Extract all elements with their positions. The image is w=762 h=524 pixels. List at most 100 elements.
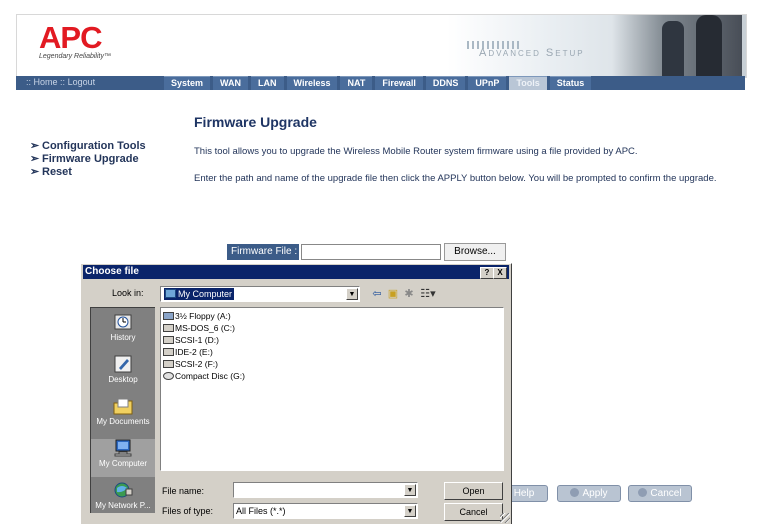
dialog-titlebar: Choose file ? X — [83, 265, 509, 279]
logout-link[interactable]: :: Logout — [60, 77, 95, 87]
tab-nat[interactable]: NAT — [340, 76, 373, 90]
back-arrow-icon[interactable]: ⇦ — [370, 288, 384, 300]
place-my-network[interactable]: My Network P... — [91, 481, 155, 515]
tab-ddns[interactable]: DDNS — [425, 76, 466, 90]
logout-label: Logout — [67, 77, 96, 87]
tab-wireless[interactable]: Wireless — [286, 76, 338, 90]
place-history[interactable]: History — [91, 313, 155, 349]
apply-label: Apply — [582, 488, 608, 499]
drive-icon — [163, 324, 174, 332]
file-label: IDE-2 (E:) — [175, 347, 213, 357]
floppy-icon — [163, 312, 174, 320]
chevron-down-icon[interactable]: ▼ — [404, 484, 416, 496]
place-label: My Network P... — [95, 501, 151, 510]
tab-upnp[interactable]: UPnP — [468, 76, 507, 90]
firmware-file-label: Firmware File : — [227, 244, 299, 260]
menu-firmware-upgrade[interactable]: ➢ Firmware Upgrade — [30, 153, 146, 166]
drive-icon — [163, 360, 174, 368]
menu-reset[interactable]: ➢ Reset — [30, 166, 146, 179]
menu-configuration-tools[interactable]: ➢ Configuration Tools — [30, 140, 146, 153]
place-label: History — [110, 333, 136, 342]
close-icon[interactable]: X — [493, 267, 507, 279]
look-in-select[interactable]: My Computer ▼ — [160, 286, 360, 302]
apc-logo: APC Legendary Reliability™ — [39, 22, 119, 62]
header-banner: APC Legendary Reliability™ Advanced Setu… — [16, 14, 747, 78]
chevron-down-icon[interactable]: ▼ — [346, 288, 358, 300]
drive-icon — [163, 348, 174, 356]
x-icon — [638, 488, 648, 497]
drive-icon — [163, 336, 174, 344]
page-title: Firmware Upgrade — [194, 114, 317, 130]
look-in-value: My Computer — [164, 288, 235, 300]
help-icon[interactable]: ? — [480, 267, 494, 279]
home-label: Home — [33, 77, 58, 87]
network-globe-icon — [114, 482, 133, 498]
tab-wan[interactable]: WAN — [213, 76, 249, 90]
new-folder-icon[interactable]: ✱ — [402, 288, 416, 300]
menu-label: Firmware Upgrade — [42, 153, 139, 165]
arrow-icon: ➢ — [30, 166, 40, 178]
chevron-down-icon[interactable]: ▼ — [404, 505, 416, 517]
place-my-documents[interactable]: My Documents — [91, 397, 155, 433]
file-label: MS-DOS_6 (C:) — [175, 323, 235, 333]
up-folder-icon[interactable]: ▣ — [386, 288, 400, 300]
firmware-file-input[interactable] — [301, 244, 441, 260]
place-desktop[interactable]: Desktop — [91, 355, 155, 391]
business-people-image — [612, 15, 742, 77]
file-name-label: File name: — [162, 486, 205, 496]
person-silhouette — [662, 21, 684, 77]
file-type-label: Files of type: — [162, 506, 214, 516]
logo-text: APC — [39, 20, 102, 55]
help-label: Help — [513, 488, 535, 499]
arrow-icon: ➢ — [30, 140, 40, 152]
file-label: Compact Disc (G:) — [175, 371, 245, 381]
computer-icon — [165, 289, 176, 298]
browser-page: APC Legendary Reliability™ Advanced Setu… — [0, 0, 762, 524]
file-label: SCSI-2 (F:) — [175, 359, 218, 369]
tab-firewall[interactable]: Firewall — [375, 76, 423, 90]
choose-file-dialog: Choose file ? X Look in: My Computer ▼ ⇦… — [80, 263, 512, 524]
list-item[interactable]: Compact Disc (G:) — [163, 370, 245, 382]
list-item[interactable]: SCSI-2 (F:) — [163, 358, 218, 370]
list-item[interactable]: MS-DOS_6 (C:) — [163, 322, 235, 334]
place-my-computer[interactable]: My Computer — [91, 439, 155, 477]
computer-icon — [114, 439, 132, 457]
resize-grip-icon[interactable] — [500, 513, 510, 523]
description-text: This tool allows you to upgrade the Wire… — [194, 146, 638, 157]
file-type-value: All Files (*.*) — [236, 506, 286, 516]
places-bar: History Desktop My Documents My Computer… — [90, 307, 155, 513]
person-silhouette — [696, 15, 722, 77]
apply-button[interactable]: Apply — [557, 485, 621, 502]
list-item[interactable]: 3½ Floppy (A:) — [163, 310, 231, 322]
look-in-text: My Computer — [178, 289, 233, 299]
place-label: My Computer — [98, 459, 147, 468]
cancel-label: Cancel — [650, 488, 682, 499]
banner-title: Advanced Setup — [479, 47, 585, 59]
list-item[interactable]: IDE-2 (E:) — [163, 346, 213, 358]
nav-tabs: System WAN LAN Wireless NAT Firewall DDN… — [164, 76, 594, 90]
list-item[interactable]: SCSI-1 (D:) — [163, 334, 219, 346]
home-link[interactable]: :: Home — [26, 77, 58, 87]
file-label: 3½ Floppy (A:) — [175, 311, 231, 321]
desktop-icon — [114, 355, 132, 373]
tab-system[interactable]: System — [164, 76, 211, 90]
dialog-cancel-button[interactable]: Cancel — [444, 503, 503, 521]
tab-status[interactable]: Status — [549, 76, 592, 90]
history-icon — [114, 314, 132, 330]
view-menu-icon[interactable]: ☷▾ — [418, 288, 438, 300]
menu-label: Configuration Tools — [42, 140, 146, 152]
nav-left-links: :: Home :: Logout — [26, 77, 95, 87]
cancel-button[interactable]: Cancel — [628, 485, 692, 502]
left-menu: ➢ Configuration Tools ➢ Firmware Upgrade ➢… — [30, 140, 146, 179]
open-button[interactable]: Open — [444, 482, 503, 500]
dialog-title: Choose file — [85, 266, 139, 277]
tab-lan[interactable]: LAN — [251, 76, 284, 90]
place-label: Desktop — [108, 375, 138, 384]
tab-tools[interactable]: Tools — [509, 76, 547, 90]
browse-button[interactable]: Browse... — [444, 243, 506, 261]
look-in-label: Look in: — [112, 288, 144, 298]
file-name-input[interactable]: ▼ — [233, 482, 418, 498]
cd-icon — [163, 372, 174, 380]
file-list: 3½ Floppy (A:) MS-DOS_6 (C:) SCSI-1 (D:)… — [160, 307, 504, 471]
file-type-select[interactable]: All Files (*.*) ▼ — [233, 503, 418, 519]
